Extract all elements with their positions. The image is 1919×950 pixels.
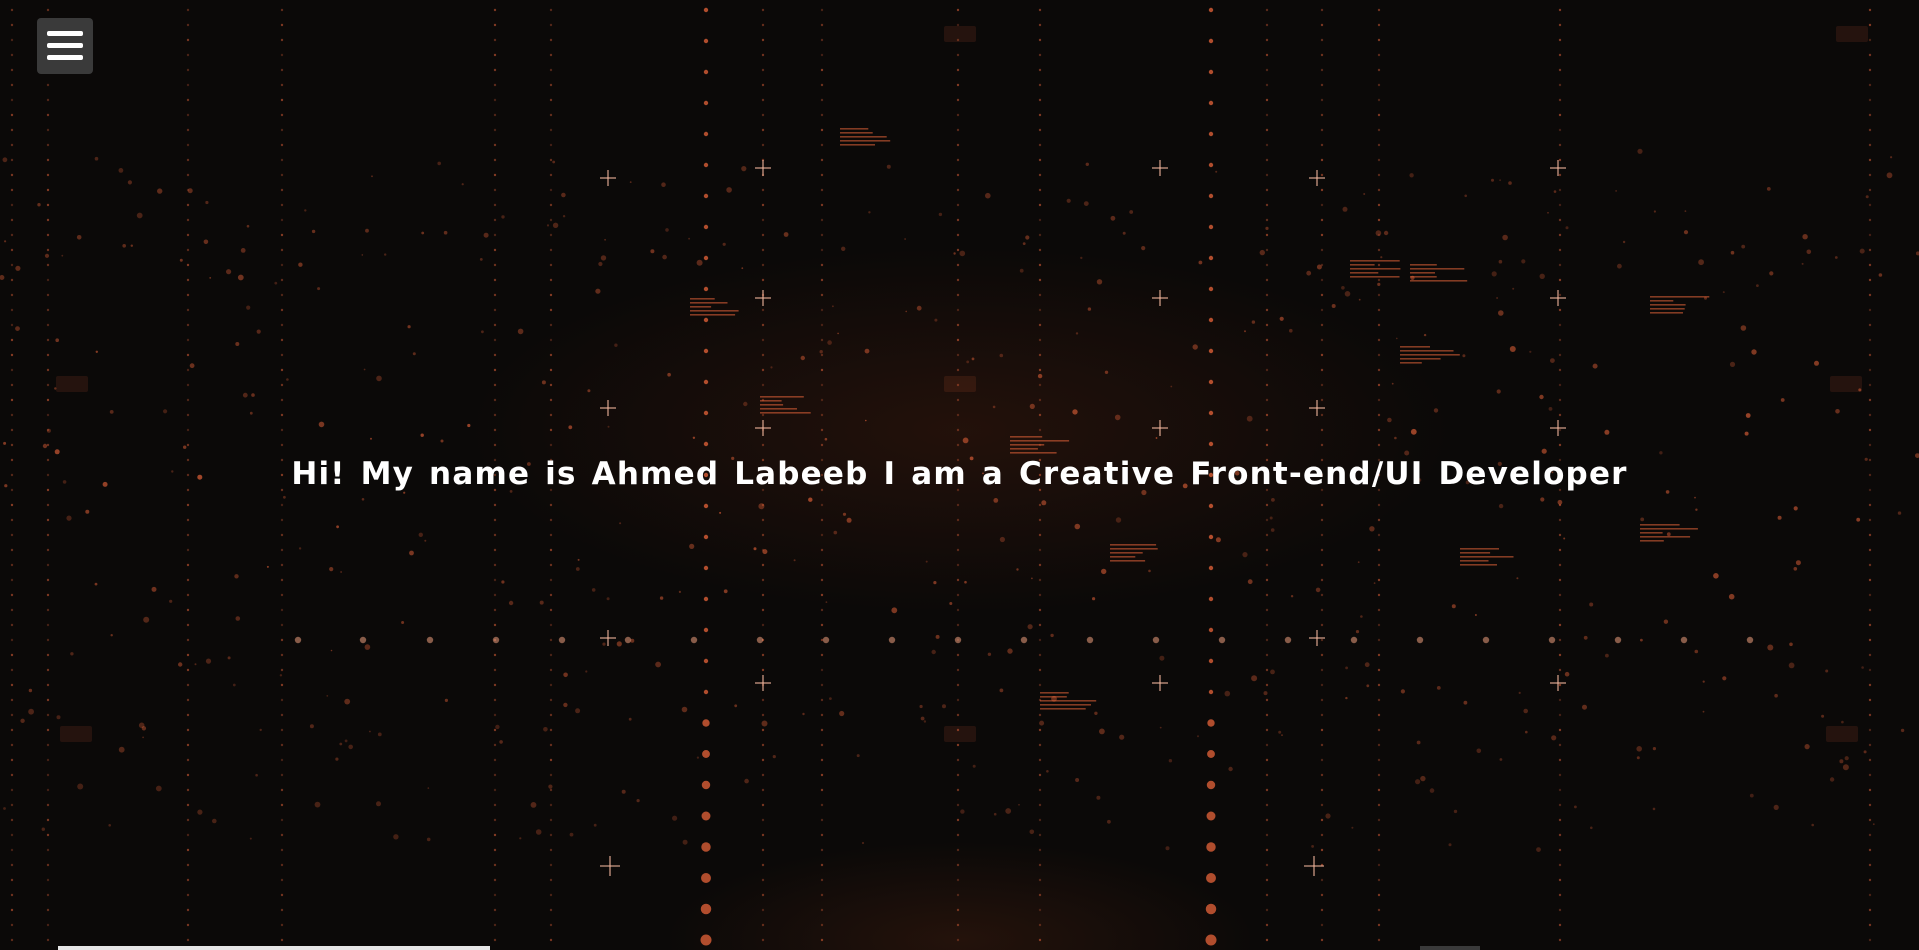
hamburger-menu-button[interactable] — [37, 18, 93, 74]
progress-underline — [58, 946, 490, 950]
hamburger-menu-icon — [47, 31, 83, 60]
bottom-indicator — [1420, 946, 1480, 950]
hero-intro-text: Hi! My name is Ahmed Labeeb I am a Creat… — [291, 456, 1628, 492]
